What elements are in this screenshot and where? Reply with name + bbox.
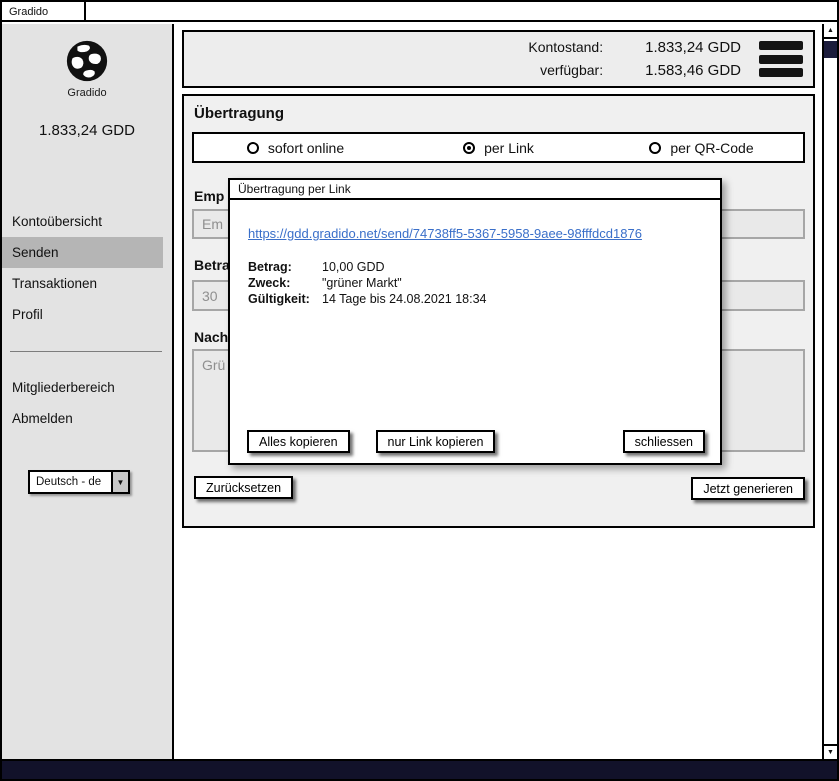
- recipient-label: Emp: [194, 188, 224, 204]
- hamburger-bar: [759, 41, 803, 50]
- copy-all-button[interactable]: Alles kopieren: [247, 430, 350, 453]
- radio-icon: [247, 142, 259, 154]
- scrollbar-thumb[interactable]: [824, 41, 837, 58]
- modal-titlebar: Übertragung per Link: [230, 180, 720, 200]
- bottom-bar: [2, 759, 837, 779]
- verfuegbar-label: verfügbar:: [528, 62, 603, 79]
- radio-icon: [649, 142, 661, 154]
- balance-header: Kontostand: 1.833,24 GDD verfügbar: 1.58…: [182, 30, 815, 88]
- window-titlebar: Gradido: [2, 2, 837, 22]
- sidebar-secondary-nav: Mitgliederbereich Abmelden: [2, 372, 172, 434]
- zweck-label: Zweck:: [248, 276, 320, 291]
- gradido-logo: Gradido: [2, 38, 172, 99]
- radio-per-link[interactable]: per Link: [397, 134, 600, 161]
- globe-icon: [64, 38, 110, 84]
- sidebar: Gradido 1.833,24 GDD Kontoübersicht Send…: [2, 24, 174, 759]
- radio-sofort-online-label: sofort online: [268, 140, 344, 156]
- app-window: Gradido Gradido 1.833,24 GDD Kontoübersi…: [0, 0, 839, 781]
- close-button[interactable]: schliessen: [623, 430, 705, 453]
- kontostand-value: 1.833,24 GDD: [645, 39, 741, 56]
- logo-label: Gradido: [2, 87, 172, 99]
- balance-summary: Kontostand: 1.833,24 GDD verfügbar: 1.58…: [528, 39, 741, 79]
- transfer-link[interactable]: https://gdd.gradido.net/send/74738ff5-53…: [248, 226, 642, 241]
- window-title-text: Gradido: [9, 6, 48, 18]
- vertical-scrollbar[interactable]: ▲ ▼: [822, 24, 837, 759]
- sidebar-nav: Kontoübersicht Senden Transaktionen Prof…: [2, 206, 172, 330]
- radio-per-link-label: per Link: [484, 140, 534, 156]
- section-title: Übertragung: [194, 105, 284, 122]
- radio-sofort-online[interactable]: sofort online: [194, 134, 397, 161]
- sidebar-item-kontouebersicht[interactable]: Kontoübersicht: [2, 206, 163, 237]
- kontostand-label: Kontostand:: [528, 39, 603, 56]
- sidebar-item-abmelden[interactable]: Abmelden: [2, 403, 163, 434]
- message-label: Nach: [194, 329, 228, 345]
- radio-per-qr-code[interactable]: per QR-Code: [600, 134, 803, 161]
- radio-selected-icon: [463, 142, 475, 154]
- scroll-up-icon[interactable]: ▲: [824, 24, 837, 39]
- modal-title: Übertragung per Link: [238, 182, 351, 196]
- hamburger-bar: [759, 68, 803, 77]
- sidebar-item-senden[interactable]: Senden: [2, 237, 163, 268]
- transfer-mode-group: sofort online per Link per QR-Code: [192, 132, 805, 163]
- gueltigkeit-label: Gültigkeit:: [248, 292, 320, 307]
- betrag-label: Betrag:: [248, 260, 320, 275]
- link-details: Betrag: 10,00 GDD Zweck: "grüner Markt" …: [248, 260, 487, 307]
- language-value: Deutsch - de: [30, 472, 111, 492]
- transfer-link-modal: Übertragung per Link https://gdd.gradido…: [228, 178, 722, 465]
- gueltigkeit-value: 14 Tage bis 24.08.2021 18:34: [322, 292, 487, 307]
- amount-label: Betra: [194, 257, 230, 273]
- sidebar-item-profil[interactable]: Profil: [2, 299, 163, 330]
- sidebar-item-transaktionen[interactable]: Transaktionen: [2, 268, 163, 299]
- hamburger-menu-icon[interactable]: [759, 41, 803, 77]
- betrag-value: 10,00 GDD: [322, 260, 487, 275]
- modal-actions: Alles kopieren nur Link kopieren schlies…: [247, 430, 705, 453]
- sidebar-balance: 1.833,24 GDD: [2, 122, 172, 139]
- sidebar-item-mitgliederbereich[interactable]: Mitgliederbereich: [2, 372, 163, 403]
- verfuegbar-value: 1.583,46 GDD: [645, 62, 741, 79]
- scroll-down-icon[interactable]: ▼: [824, 744, 837, 759]
- zweck-value: "grüner Markt": [322, 276, 487, 291]
- hamburger-bar: [759, 55, 803, 64]
- radio-per-qr-code-label: per QR-Code: [670, 140, 753, 156]
- language-select[interactable]: Deutsch - de ▼: [28, 470, 130, 494]
- reset-button[interactable]: Zurücksetzen: [194, 476, 293, 499]
- copy-link-button[interactable]: nur Link kopieren: [376, 430, 496, 453]
- sidebar-divider: [10, 351, 162, 352]
- chevron-down-icon[interactable]: ▼: [111, 472, 128, 492]
- generate-button[interactable]: Jetzt generieren: [691, 477, 805, 500]
- window-title: Gradido: [2, 2, 86, 22]
- main-area: Kontostand: 1.833,24 GDD verfügbar: 1.58…: [176, 24, 822, 759]
